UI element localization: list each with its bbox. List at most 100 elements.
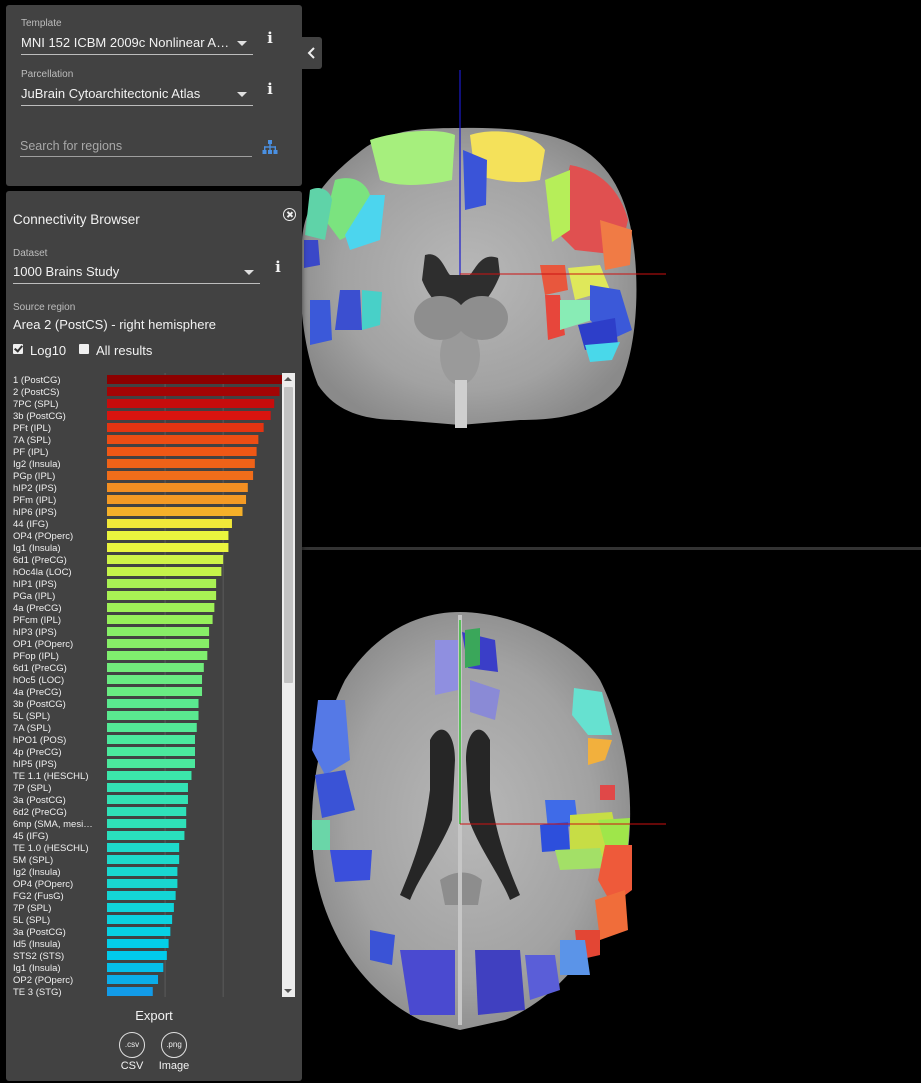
chart-bar[interactable] (107, 759, 195, 768)
chart-bar[interactable] (107, 663, 204, 672)
chart-bar[interactable] (107, 579, 217, 588)
chart-bar[interactable] (107, 819, 187, 828)
export-image-label: Image (158, 1060, 190, 1072)
chevron-down-icon (237, 41, 247, 46)
chart-category-label: hIP3 (IPS) (13, 627, 57, 638)
chart-category-label: PFcm (IPL) (13, 615, 61, 626)
chart-bar[interactable] (107, 711, 199, 720)
chart-bar[interactable] (107, 615, 213, 624)
export-image-button[interactable]: .png (161, 1032, 187, 1058)
chart-bar[interactable] (107, 987, 153, 996)
chart-bar[interactable] (107, 735, 195, 744)
connectivity-chart[interactable]: 1 (PostCG) 2 (PostCS) 7PC (SPL) 3b (PostCG)… (12, 373, 282, 997)
chart-bar[interactable] (107, 699, 199, 708)
dataset-select[interactable]: 1000 Brains Study (13, 260, 260, 284)
chart-bar[interactable] (107, 471, 254, 480)
chart-bar[interactable] (107, 507, 243, 516)
chart-bar[interactable] (107, 423, 264, 432)
scroll-thumb[interactable] (284, 387, 293, 683)
chart-category-label: TE 1.1 (HESCHL) (13, 771, 89, 782)
chart-bar[interactable] (107, 927, 171, 936)
chart-category-label: 1 (PostCG) (13, 375, 61, 386)
parcellation-info-icon[interactable]: i (264, 81, 276, 97)
chart-category-label: 7P (SPL) (13, 783, 51, 794)
chart-category-label: STS2 (STS) (13, 951, 64, 962)
parcellation-value: JuBrain Cytoarchitectonic Atlas (21, 86, 201, 101)
chart-bar[interactable] (107, 855, 180, 864)
dataset-value: 1000 Brains Study (13, 264, 120, 279)
chart-bar[interactable] (107, 915, 173, 924)
chart-scrollbar[interactable] (282, 373, 295, 997)
dataset-info-icon[interactable]: i (272, 259, 284, 275)
all-results-label: All results (96, 343, 153, 358)
axial-slice (311, 612, 666, 1030)
chart-bar[interactable] (107, 723, 197, 732)
hierarchy-icon[interactable] (262, 140, 278, 154)
collapse-panel-button[interactable] (302, 37, 322, 69)
chart-bar[interactable] (107, 747, 195, 756)
chart-category-label: hIP2 (IPS) (13, 483, 57, 494)
chart-bar[interactable] (107, 459, 255, 468)
chart-category-label: hIP1 (IPS) (13, 579, 57, 590)
chart-category-label: OP4 (POperc) (13, 879, 73, 890)
connectivity-browser-panel: Connectivity Browser Dataset 1000 Brains… (6, 191, 302, 1081)
chart-bar[interactable] (107, 387, 280, 396)
chart-bar[interactable] (107, 411, 271, 420)
chart-bar[interactable] (107, 447, 257, 456)
chart-bar[interactable] (107, 543, 229, 552)
chart-bar[interactable] (107, 771, 192, 780)
chart-bar[interactable] (107, 483, 248, 492)
chart-category-label: 5L (SPL) (13, 711, 50, 722)
chart-category-label: 7PC (SPL) (13, 399, 58, 410)
chart-bar[interactable] (107, 783, 188, 792)
parcellation-select[interactable]: JuBrain Cytoarchitectonic Atlas (21, 82, 253, 106)
chart-bar[interactable] (107, 531, 229, 540)
chart-bar[interactable] (107, 675, 203, 684)
chart-bar[interactable] (107, 603, 215, 612)
chart-bar[interactable] (107, 567, 222, 576)
parcellation-label: Parcellation (21, 69, 74, 80)
chart-bar[interactable] (107, 843, 180, 852)
chart-bar[interactable] (107, 495, 247, 504)
chart-bar[interactable] (107, 555, 224, 564)
chart-bar[interactable] (107, 975, 159, 984)
chart-category-label: 7A (SPL) (13, 435, 51, 446)
chart-category-label: Ig2 (Insula) (13, 459, 61, 470)
close-icon[interactable] (283, 208, 296, 221)
chart-bar[interactable] (107, 807, 187, 816)
source-region-value: Area 2 (PostCS) - right hemisphere (13, 317, 217, 332)
source-region-label: Source region (13, 302, 76, 313)
chart-bar[interactable] (107, 627, 210, 636)
chart-category-label: hPO1 (POS) (13, 735, 66, 746)
chart-bar[interactable] (107, 831, 185, 840)
chart-bar[interactable] (107, 795, 188, 804)
chart-bar[interactable] (107, 963, 164, 972)
chart-category-label: hOc5 (LOC) (13, 675, 64, 686)
chart-bar[interactable] (107, 939, 169, 948)
region-search-input[interactable] (20, 135, 252, 157)
chart-bar[interactable] (107, 891, 176, 900)
chart-bar[interactable] (107, 867, 178, 876)
chart-bar[interactable] (107, 591, 217, 600)
template-info-icon[interactable]: i (264, 30, 276, 46)
scroll-up-icon[interactable] (284, 377, 292, 381)
chart-bar[interactable] (107, 399, 275, 408)
chart-bar[interactable] (107, 639, 210, 648)
chart-bar[interactable] (107, 375, 282, 384)
dataset-label: Dataset (13, 248, 48, 259)
export-csv-button[interactable]: .csv (119, 1032, 145, 1058)
log10-checkbox[interactable] (13, 344, 23, 354)
scroll-down-icon[interactable] (284, 989, 292, 993)
chart-category-label: PFt (IPL) (13, 423, 51, 434)
chart-bar[interactable] (107, 879, 178, 888)
chart-category-label: PFop (IPL) (13, 651, 59, 662)
chart-bar[interactable] (107, 951, 167, 960)
chart-bar[interactable] (107, 519, 232, 528)
all-results-checkbox[interactable] (79, 344, 89, 354)
chart-bar[interactable] (107, 687, 203, 696)
chart-bar[interactable] (107, 435, 259, 444)
chart-category-label: Ig2 (Insula) (13, 867, 61, 878)
chart-bar[interactable] (107, 903, 174, 912)
template-select[interactable]: MNI 152 ICBM 2009c Nonlinear Asymmetric (21, 31, 253, 55)
chart-bar[interactable] (107, 651, 208, 660)
